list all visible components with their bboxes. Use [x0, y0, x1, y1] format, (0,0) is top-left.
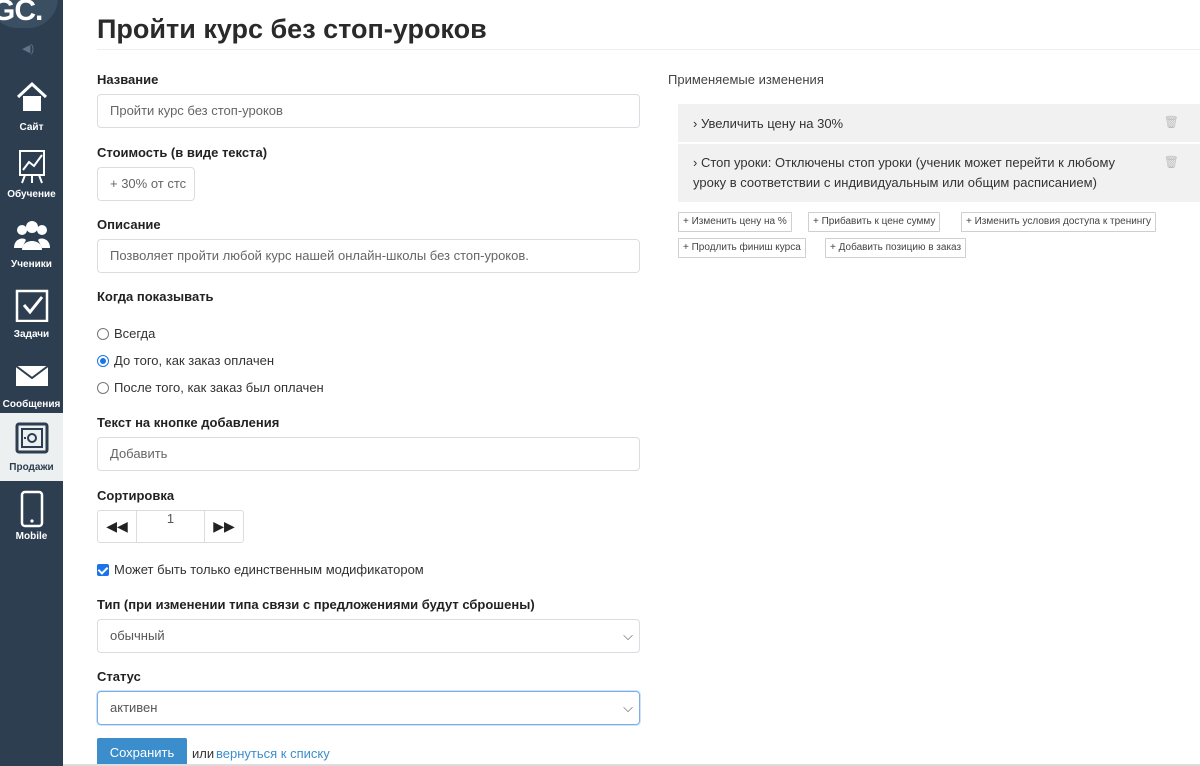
type-select[interactable]: обычный ⌵ — [97, 619, 640, 653]
sound-icon[interactable]: ◀) — [22, 42, 34, 55]
type-label: Тип (при изменении типа связи с предложе… — [97, 597, 535, 612]
sidebar-item-label: Продажи — [9, 462, 54, 473]
name-label: Название — [97, 72, 159, 87]
action-add-sum[interactable]: + Прибавить к цене сумму — [808, 212, 941, 232]
only-modifier-label: Может быть только единственным модификат… — [114, 562, 424, 577]
sidebar: GC. ◀) Сайт Обучение Ученики Задачи Сооб… — [0, 0, 63, 766]
page-title: Пройти курс без стоп-уроков — [97, 14, 487, 44]
chart-board-icon — [18, 150, 45, 184]
sidebar-item-label: Mobile — [15, 531, 48, 542]
sidebar-item-label: Обучение — [7, 189, 56, 200]
sidebar-item-students[interactable]: Ученики — [0, 210, 63, 278]
save-button[interactable]: Сохранить — [97, 738, 187, 766]
sort-stepper: ◀◀ 1 ▶▶ — [97, 510, 244, 543]
users-icon — [13, 221, 50, 250]
radio-label: После того, как заказ был оплачен — [114, 380, 324, 395]
logo-text: GC. — [0, 0, 43, 27]
status-select[interactable]: активен ⌵ — [97, 691, 640, 725]
sidebar-item-label: Сайт — [19, 122, 44, 133]
envelope-icon — [14, 365, 49, 386]
sidebar-item-label: Ученики — [11, 259, 52, 270]
change-item[interactable]: › Увеличить цену на 30% 🗑 — [678, 104, 1200, 142]
name-input[interactable]: Пройти курс без стоп-уроков — [97, 94, 640, 128]
safe-icon — [15, 422, 48, 454]
sort-value[interactable]: 1 — [136, 511, 205, 542]
sort-label: Сортировка — [97, 488, 175, 503]
action-change-price-percent[interactable]: + Изменить цену на % — [678, 212, 792, 232]
radio-label: Всегда — [114, 326, 156, 341]
sidebar-item-messages[interactable]: Сообщения — [0, 350, 63, 418]
decrement-icon[interactable]: ◀◀ — [98, 511, 136, 542]
or-text: или — [192, 746, 215, 761]
description-input[interactable]: Позволяет пройти любой курс нашей онлайн… — [97, 239, 640, 273]
change-item[interactable]: › Стоп уроки: Отключены стоп уроки (учен… — [678, 144, 1200, 202]
status-label: Статус — [97, 669, 141, 684]
back-to-list-link[interactable]: вернуться к списку — [216, 746, 330, 761]
header-divider — [97, 49, 1200, 50]
radio-always[interactable]: Всегда — [97, 326, 155, 341]
status-select-value: активен — [110, 700, 158, 715]
change-text: › Стоп уроки: Отключены стоп уроки (учен… — [693, 155, 1116, 190]
radio-button[interactable] — [97, 327, 109, 340]
radio-label: До того, как заказ оплачен — [114, 353, 275, 368]
show-when-label: Когда показывать — [97, 289, 214, 304]
description-label: Описание — [97, 217, 161, 232]
radio-after-paid[interactable]: После того, как заказ был оплачен — [97, 380, 324, 395]
chevron-down-icon: ⌵ — [623, 700, 633, 715]
change-text: › Увеличить цену на 30% — [693, 116, 844, 131]
sidebar-item-site[interactable]: Сайт — [0, 73, 63, 141]
increment-icon[interactable]: ▶▶ — [205, 511, 243, 542]
action-extend-finish[interactable]: + Продлить финиш курса — [678, 238, 806, 258]
radio-before-paid[interactable]: До того, как заказ оплачен — [97, 353, 274, 368]
mobile-icon — [20, 490, 43, 528]
trash-icon[interactable]: 🗑 — [1164, 155, 1179, 169]
price-input[interactable]: + 30% от стс — [97, 167, 195, 201]
changes-title: Применяемые изменения — [668, 72, 824, 87]
action-add-order-item[interactable]: + Добавить позицию в заказ — [825, 238, 967, 258]
type-select-value: обычный — [110, 628, 165, 643]
button-text-label: Текст на кнопке добавления — [97, 415, 280, 430]
action-change-access[interactable]: + Изменить условия доступа к тренингу — [961, 212, 1156, 232]
button-text-input[interactable]: Добавить — [97, 437, 640, 471]
sidebar-item-learning[interactable]: Обучение — [0, 140, 63, 208]
price-label: Стоимость (в виде текста) — [97, 145, 268, 160]
radio-button-selected[interactable] — [97, 354, 109, 367]
sidebar-item-label: Сообщения — [2, 399, 61, 410]
only-modifier-row[interactable]: Может быть только единственным модификат… — [97, 562, 424, 577]
radio-button[interactable] — [97, 381, 109, 394]
sidebar-item-mobile[interactable]: Mobile — [0, 482, 63, 550]
checkbox-icon — [15, 289, 48, 322]
trash-icon[interactable]: 🗑 — [1164, 115, 1179, 129]
sidebar-item-sales[interactable]: Продажи — [0, 413, 63, 481]
logo[interactable]: GC. — [0, 0, 58, 28]
only-modifier-checkbox[interactable] — [97, 563, 109, 576]
sidebar-item-tasks[interactable]: Задачи — [0, 280, 63, 348]
sidebar-item-label: Задачи — [13, 329, 50, 340]
chevron-down-icon: ⌵ — [623, 628, 633, 643]
home-icon — [16, 81, 47, 111]
